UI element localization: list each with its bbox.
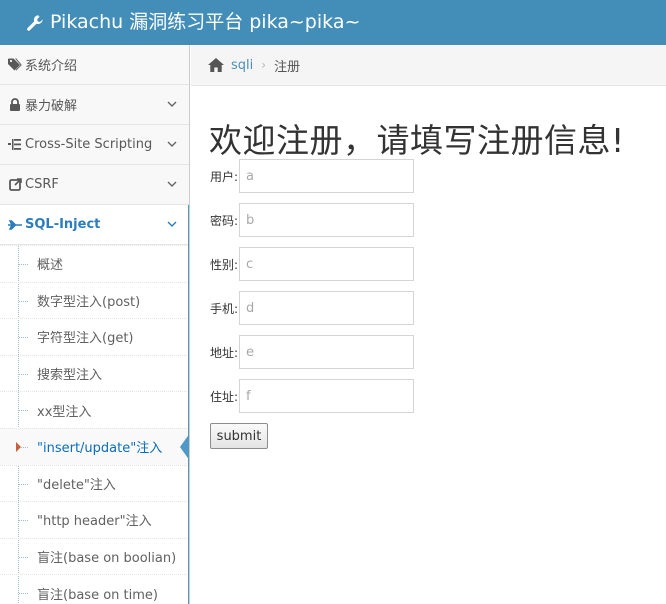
breadcrumb-link-sqli[interactable]: sqli xyxy=(231,58,253,73)
chevron-down-icon xyxy=(167,221,177,227)
sidebar-item-brute-force[interactable]: 暴力破解 xyxy=(0,85,189,125)
sidebar-item-system-intro[interactable]: 系统介绍 xyxy=(0,45,189,85)
sidebar-item-sql-inject[interactable]: SQL-Inject xyxy=(0,205,189,245)
sidebar-item-label: 暴力破解 xyxy=(25,99,78,114)
field-label: 地址: xyxy=(210,345,239,360)
form-row-phone: 手机: xyxy=(210,291,414,325)
share-icon xyxy=(7,178,23,192)
form-row-sex: 性别: xyxy=(210,247,414,281)
field-label: 用户: xyxy=(210,169,239,184)
username-input[interactable] xyxy=(239,159,414,193)
sql-inject-submenu: 概述 数字型注入(post) 字符型注入(get) 搜索型注入 xx型注入 "i… xyxy=(0,245,189,604)
form-row-username: 用户: xyxy=(210,159,414,193)
top-navbar: Pikachu 漏洞练习平台 pika~pika~ xyxy=(0,0,666,45)
submenu-item-search[interactable]: 搜索型注入 xyxy=(0,354,189,392)
submenu-item-string-get[interactable]: 字符型注入(get) xyxy=(0,318,189,355)
list-icon xyxy=(7,138,23,152)
address-input[interactable] xyxy=(239,335,414,369)
submenu-item-overview[interactable]: 概述 xyxy=(0,245,189,282)
sidebar-item-label: CSRF xyxy=(25,177,59,192)
sidebar: 系统介绍 暴力破解 Cross-Site Scripting CSRF SQL-… xyxy=(0,45,190,604)
plane-icon xyxy=(7,218,23,232)
submenu-item-insert-update[interactable]: "insert/update"注入 xyxy=(0,427,189,465)
sidebar-item-csrf[interactable]: CSRF xyxy=(0,165,189,205)
residence-input[interactable] xyxy=(239,379,414,413)
chevron-down-icon xyxy=(167,181,177,187)
wrench-icon xyxy=(27,14,43,31)
brand-title[interactable]: Pikachu 漏洞练习平台 pika~pika~ xyxy=(50,0,360,45)
submenu-item-http-header[interactable]: "http header"注入 xyxy=(0,501,189,538)
sidebar-item-label: Cross-Site Scripting xyxy=(25,137,153,152)
phone-input[interactable] xyxy=(239,291,414,325)
submit-button[interactable]: submit xyxy=(210,423,268,449)
sidebar-item-label: SQL-Inject xyxy=(25,217,101,232)
active-caret-icon xyxy=(16,441,21,452)
field-label: 性别: xyxy=(210,257,239,272)
sidebar-item-xss[interactable]: Cross-Site Scripting xyxy=(0,125,189,165)
form-row-address: 地址: xyxy=(210,335,414,369)
page-title: 欢迎注册，请填写注册信息! xyxy=(209,121,625,160)
form-row-residence: 住址: xyxy=(210,379,414,413)
sidebar-item-label: 系统介绍 xyxy=(25,59,78,74)
submenu-item-xx[interactable]: xx型注入 xyxy=(0,391,189,428)
home-icon xyxy=(208,58,224,72)
submenu-item-blind-boolean[interactable]: 盲注(base on boolian) xyxy=(0,537,189,575)
main-content: 欢迎注册，请填写注册信息! 用户: 密码: 性别: 手机: 地址: 住址: su… xyxy=(191,86,666,604)
submenu-item-numeric-post[interactable]: 数字型注入(post) xyxy=(0,281,189,319)
chevron-down-icon xyxy=(167,101,177,107)
submenu-item-blind-time[interactable]: 盲注(base on time) xyxy=(0,574,189,604)
breadcrumb: sqli › 注册 xyxy=(191,45,666,86)
sex-input[interactable] xyxy=(239,247,414,281)
password-input[interactable] xyxy=(239,203,414,237)
field-label: 手机: xyxy=(210,301,239,316)
lock-icon xyxy=(7,98,23,112)
field-label: 密码: xyxy=(210,213,239,228)
form-row-password: 密码: xyxy=(210,203,414,237)
field-label: 住址: xyxy=(210,389,239,404)
active-pointer-icon xyxy=(180,432,189,461)
breadcrumb-current: 注册 xyxy=(274,59,301,75)
submenu-item-delete[interactable]: "delete"注入 xyxy=(0,464,189,502)
tag-icon xyxy=(7,58,23,72)
chevron-down-icon xyxy=(167,141,177,147)
breadcrumb-separator: › xyxy=(261,58,267,72)
